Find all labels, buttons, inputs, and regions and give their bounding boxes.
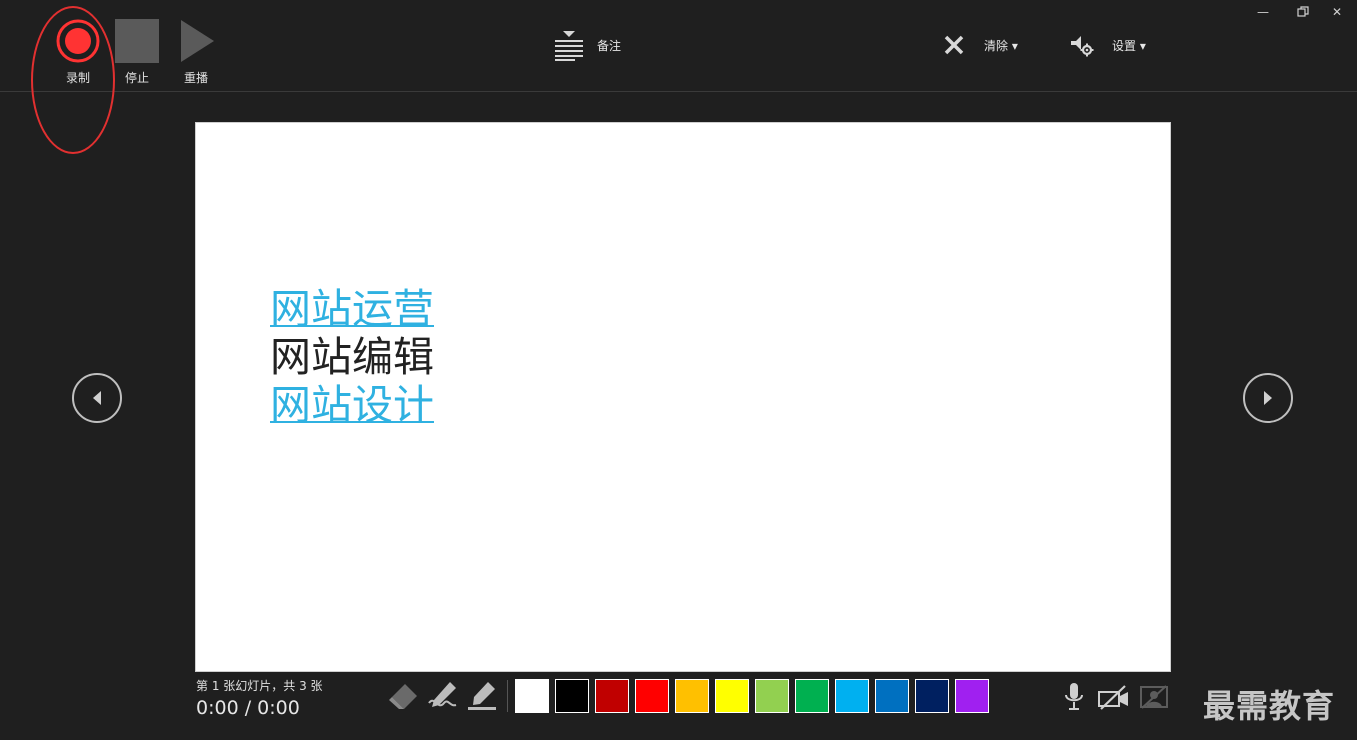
eraser-icon: [389, 684, 417, 709]
notes-icon: [555, 31, 583, 61]
recording-time: 0:00 / 0:00: [196, 697, 300, 719]
watermark-text: 最需教育: [1203, 687, 1336, 725]
pen-button[interactable]: [425, 678, 461, 714]
eraser-button[interactable]: [385, 678, 421, 714]
record-label: 录制: [65, 71, 90, 85]
slide-link-website-design[interactable]: 网站设计: [270, 381, 434, 429]
camera-off-icon: [1098, 685, 1128, 710]
toolbar-divider: [507, 680, 508, 712]
play-icon: [181, 20, 214, 62]
slide-link-website-operation[interactable]: 网站运营: [270, 285, 434, 333]
replay-button[interactable]: 重播: [173, 19, 219, 86]
close-x-icon: [944, 35, 964, 55]
next-slide-button[interactable]: [1243, 373, 1293, 423]
slide-text-website-editing: 网站编辑: [270, 333, 434, 381]
stop-button[interactable]: 停止: [114, 19, 160, 86]
recording-toolbar: 录制 停止 重播 备注 清除 ▾ 设置 ▾: [0, 0, 1357, 154]
ink-color-palette: [515, 679, 995, 713]
camera-preview-off-icon: [1140, 685, 1168, 709]
microphone-toggle[interactable]: [1057, 680, 1091, 714]
color-swatch-blue[interactable]: [875, 679, 909, 713]
chevron-left-icon: [93, 391, 101, 405]
stop-icon: [115, 19, 159, 63]
stop-label: 停止: [124, 71, 149, 85]
color-swatch-orange[interactable]: [675, 679, 709, 713]
color-swatch-green[interactable]: [795, 679, 829, 713]
slide-canvas: 网站运营 网站编辑 网站设计: [195, 122, 1171, 672]
highlighter-icon: [468, 682, 496, 710]
color-swatch-dark-blue[interactable]: [915, 679, 949, 713]
clear-dropdown[interactable]: 清除 ▾: [943, 28, 1018, 62]
record-icon: [56, 19, 100, 63]
color-swatch-light-blue[interactable]: [835, 679, 869, 713]
notes-label: 备注: [597, 38, 622, 53]
color-swatch-white[interactable]: [515, 679, 549, 713]
color-swatch-dark-red[interactable]: [595, 679, 629, 713]
notes-button[interactable]: 备注: [555, 28, 621, 62]
speaker-gear-icon: [1071, 36, 1094, 57]
color-swatch-purple[interactable]: [955, 679, 989, 713]
chevron-right-icon: [1264, 391, 1272, 405]
pen-icon: [428, 682, 457, 707]
microphone-icon: [1065, 683, 1083, 710]
camera-toggle[interactable]: [1097, 680, 1131, 714]
settings-label: 设置 ▾: [1112, 38, 1146, 53]
color-swatch-black[interactable]: [555, 679, 589, 713]
record-button[interactable]: 录制: [55, 19, 101, 86]
clear-label: 清除 ▾: [984, 38, 1018, 53]
replay-label: 重播: [183, 71, 208, 85]
color-swatch-light-green[interactable]: [755, 679, 789, 713]
color-swatch-yellow[interactable]: [715, 679, 749, 713]
previous-slide-button[interactable]: [72, 373, 122, 423]
color-swatch-red[interactable]: [635, 679, 669, 713]
settings-dropdown[interactable]: 设置 ▾: [1070, 28, 1146, 62]
slide-counter: 第 1 张幻灯片，共 3 张: [196, 679, 323, 693]
camera-preview-toggle[interactable]: [1137, 680, 1171, 714]
highlighter-button[interactable]: [464, 678, 500, 714]
recording-window: — ✕ 录制 停止 重播 备注 清除 ▾ 设置 ▾ 网站运营 网站编辑 网站设计…: [0, 0, 1357, 740]
slide-text-block: 网站运营 网站编辑 网站设计: [270, 285, 434, 429]
